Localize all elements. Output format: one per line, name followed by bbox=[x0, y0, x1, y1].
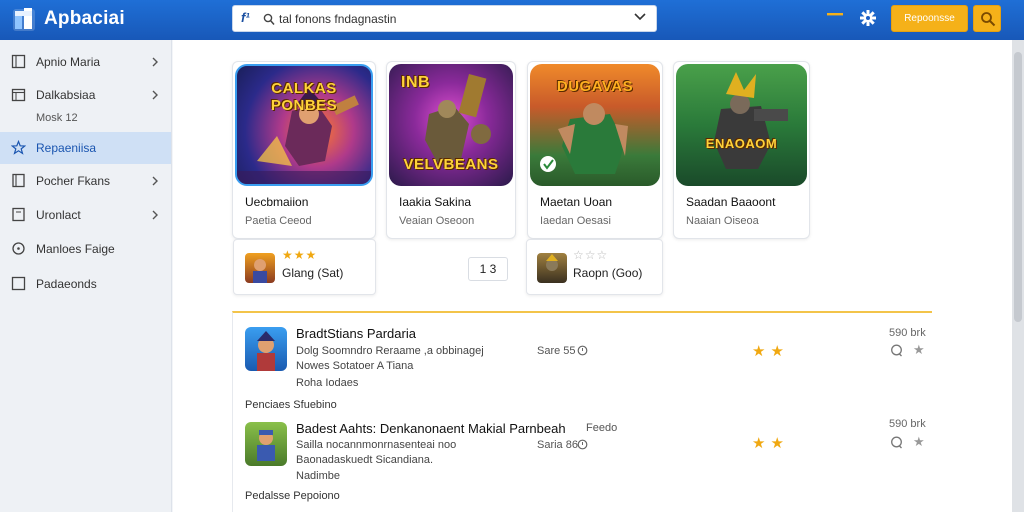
primary-action-button[interactable]: Repoonsse bbox=[891, 5, 968, 32]
rating-text: Glang (Sat) bbox=[282, 266, 344, 280]
scrollbar-thumb[interactable] bbox=[1014, 52, 1022, 322]
sidebar-item-label: Padaeonds bbox=[36, 277, 97, 291]
sidebar-item-label: Dalkabsiaa bbox=[36, 88, 96, 102]
list-item-icon[interactable] bbox=[245, 422, 287, 466]
app-subtitle: Paetia Ceeod bbox=[245, 215, 312, 227]
chevron-right-icon bbox=[152, 210, 158, 220]
list-item-size: 590 brk bbox=[889, 418, 926, 430]
game-thumbnail: DUGAVAS bbox=[530, 64, 660, 186]
mini-thumbnail bbox=[245, 253, 275, 283]
sidebar-sub-label: Mosk 12 bbox=[36, 112, 78, 124]
rating-box[interactable]: ★★★ Glang (Sat) bbox=[233, 239, 376, 295]
rating-text: Raopn (Goo) bbox=[573, 266, 643, 280]
sidebar-item-uronlact[interactable]: Uronlact bbox=[0, 199, 171, 231]
list-item-description: Dolg Soomndro Reraame ,a obbinagej bbox=[296, 345, 484, 357]
list-item-title[interactable]: Badest Aahts: Denkanonaent Makial Parnbe… bbox=[296, 421, 566, 436]
list-item-icon[interactable] bbox=[245, 327, 287, 371]
game-thumbnail: CALKAS PONBES bbox=[235, 64, 373, 186]
favorite-icon[interactable]: ★ bbox=[913, 342, 925, 358]
list-item-description: Nowes Sotatoer A Tiana bbox=[296, 360, 414, 372]
chevron-down-icon[interactable] bbox=[632, 9, 648, 25]
app-title: Apbaciai bbox=[44, 8, 125, 29]
rating-stars: ☆☆☆ bbox=[573, 248, 609, 262]
list-item-stars: ★★ bbox=[752, 435, 789, 452]
comment-icon[interactable] bbox=[890, 344, 903, 357]
list-item-description: Nadimbe bbox=[296, 470, 341, 482]
game-thumbnail: ENAOAOM bbox=[676, 64, 807, 186]
circle-icon bbox=[12, 242, 25, 255]
sidebar-item-label: Apnio Maria bbox=[36, 55, 101, 69]
chevron-right-icon bbox=[152, 57, 158, 67]
top-bar: Apbaciai f¹ tal fonons fndagnastin Repoo… bbox=[0, 0, 1024, 40]
app-card[interactable]: CALKAS PONBES Uecbmaiion Paetia Ceeod bbox=[232, 61, 376, 239]
app-title: Maetan Uoan bbox=[540, 195, 613, 209]
list-item-size: 590 brk bbox=[889, 327, 926, 339]
list-item-meta: Saria 86 bbox=[537, 439, 578, 451]
sidebar-item-manloes-faige[interactable]: Manloes Faige bbox=[0, 233, 171, 265]
thumbnail-top-text: INB bbox=[401, 74, 431, 91]
calendar-icon bbox=[11, 88, 26, 102]
chevron-right-icon bbox=[152, 90, 158, 100]
mini-thumbnail bbox=[537, 253, 567, 283]
star-icon bbox=[11, 140, 26, 155]
rating-box[interactable]: ☆☆☆ Raopn (Goo) bbox=[526, 239, 663, 295]
menu-icon[interactable] bbox=[827, 12, 843, 24]
app-card[interactable]: INB VELVBEANS Iaakia Sakina Veaian Oseoo… bbox=[386, 61, 516, 239]
sidebar-item-padaeonds[interactable]: Padaeonds bbox=[0, 268, 171, 300]
clock-icon bbox=[577, 345, 588, 356]
favorite-icon[interactable]: ★ bbox=[913, 434, 925, 450]
search-icon bbox=[981, 12, 996, 27]
app-title: Iaakia Sakina bbox=[399, 195, 472, 209]
list-item-description: Baonadaskuedt Sicandiana. bbox=[296, 454, 433, 466]
chevron-right-icon bbox=[152, 176, 158, 186]
sidebar-item-repaeniisa[interactable]: Repaeniisa bbox=[0, 132, 171, 164]
pagination-indicator[interactable]: 1 3 bbox=[468, 257, 508, 281]
list-item-title[interactable]: BradtStians Pardaria bbox=[296, 326, 416, 341]
sidebar-item-label: Repaeniisa bbox=[36, 141, 97, 155]
thumbnail-title: DUGAVAS bbox=[556, 78, 634, 95]
sidebar-item-label: Pocher Fkans bbox=[36, 174, 111, 188]
square-icon bbox=[11, 54, 26, 69]
document-icon bbox=[12, 173, 25, 188]
square-icon bbox=[11, 276, 26, 291]
list-item-tag: Feedo bbox=[586, 422, 618, 434]
thumbnail-title: CALKAS PONBES bbox=[270, 80, 338, 114]
list-item-description: Roha Iodaes bbox=[296, 377, 359, 389]
sidebar-item-label: Manloes Faige bbox=[36, 242, 115, 256]
search-box[interactable]: f¹ tal fonons fndagnastin bbox=[232, 5, 657, 32]
sidebar-item-pocher-fkans[interactable]: Pocher Fkans bbox=[0, 165, 171, 197]
app-subtitle: Iaedan Oesasi bbox=[540, 215, 611, 227]
sidebar-item-apnio-maria[interactable]: Apnio Maria bbox=[0, 46, 171, 78]
list-item-meta: Sare 55 bbox=[537, 345, 576, 357]
app-title: Saadan Baaoont bbox=[686, 195, 776, 209]
app-title: Uecbmaiion bbox=[245, 195, 309, 209]
list-item-footer: Pedalsse Pepoiono bbox=[245, 490, 340, 502]
search-icon bbox=[263, 13, 275, 25]
thumbnail-title: ENAOAOM bbox=[705, 136, 778, 151]
list-item-footer: Penciaes Sfuebino bbox=[245, 399, 337, 411]
list-item-stars: ★★ bbox=[752, 343, 789, 360]
document-icon bbox=[12, 207, 25, 222]
search-button[interactable] bbox=[973, 5, 1001, 32]
comment-icon[interactable] bbox=[890, 436, 903, 449]
list-item-description: Sailla nocannmonrnasenteai noo bbox=[296, 439, 457, 451]
gear-icon[interactable] bbox=[858, 8, 878, 28]
app-card[interactable]: DUGAVAS Maetan Uoan Iaedan Oesasi bbox=[527, 61, 663, 239]
sidebar-item-label: Uronlact bbox=[36, 208, 81, 222]
thumbnail-title: VELVBEANS bbox=[403, 156, 499, 173]
sidebar-item-dalkabsiaa[interactable]: Dalkabsiaa bbox=[0, 79, 171, 111]
app-card[interactable]: ENAOAOM Saadan Baaoont Naaian Oiseoa bbox=[673, 61, 810, 239]
app-subtitle: Naaian Oiseoa bbox=[686, 215, 759, 227]
app-logo-icon[interactable] bbox=[12, 6, 38, 32]
search-input[interactable]: tal fonons fndagnastin bbox=[279, 12, 396, 26]
search-prefix-icon: f¹ bbox=[241, 10, 250, 25]
app-subtitle: Veaian Oseoon bbox=[399, 215, 475, 227]
clock-icon bbox=[577, 439, 588, 450]
game-thumbnail: INB VELVBEANS bbox=[389, 64, 513, 186]
rating-stars: ★★★ bbox=[282, 248, 318, 262]
